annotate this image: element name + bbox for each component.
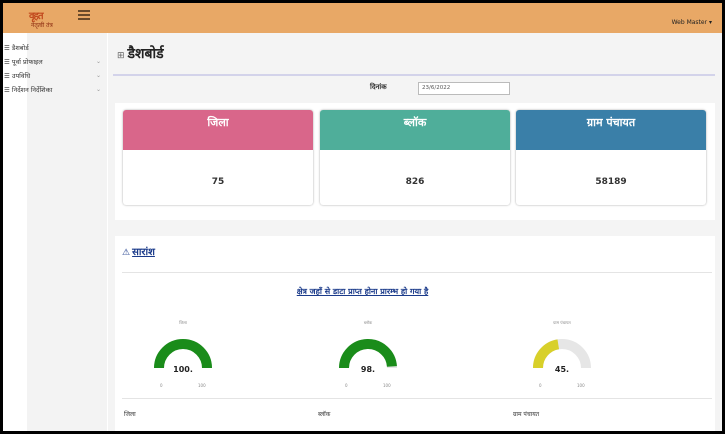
logo-subtext: नेतृत्वी तंत्र: [31, 22, 53, 29]
site-logo[interactable]: वृहत नेतृत्वी तंत्र: [27, 8, 73, 32]
sidebar-item-label: उपविधि: [11, 72, 31, 80]
chevron-down-icon[interactable]: ⌄: [96, 72, 101, 79]
page-title-text: डैशबोर्ड: [127, 46, 164, 62]
sidebar-item-label: पूर्वा प्रोफाइल: [11, 58, 43, 66]
warning-icon: ⚠: [122, 248, 131, 258]
bottom-label-gram-panchayat: ग्राम पंचायत: [513, 411, 540, 418]
bottom-label-district: जिला: [124, 411, 136, 418]
summary-subheading[interactable]: क्षेत्र जहाँ से डाटा प्राप्त होना प्रारम…: [0, 286, 725, 297]
sidebar-item-profile[interactable]: ☰ पूर्वा प्रोफाइल: [4, 57, 43, 66]
chevron-down-icon[interactable]: ⌄: [96, 86, 101, 93]
gauge-min: 0: [539, 383, 542, 388]
card-block: ब्लॉक 826: [320, 110, 510, 205]
gauge-district: जिला 100. 0 100: [148, 320, 218, 390]
gauge-min: 0: [160, 383, 163, 388]
user-menu[interactable]: Web Master ▾: [672, 19, 712, 26]
sidebar-item-label: निर्देशन निर्देशिका: [11, 86, 53, 94]
logo-text: वृहत: [29, 11, 44, 22]
gauge-max: 100: [198, 383, 206, 388]
gauge-value: 100.: [173, 365, 193, 374]
card-district: जिला 75: [123, 110, 313, 205]
sidebar-item-label: डैशबोर्ड: [11, 44, 29, 52]
chevron-down-icon[interactable]: ⌄: [96, 58, 101, 65]
gauge-gram-panchayat: ग्राम पंचायत 45. 0 100: [527, 320, 597, 390]
card-value: 826: [405, 177, 425, 187]
top-navbar: Web Master ▾: [3, 3, 722, 33]
gauge-caption: ग्राम पंचायत: [553, 320, 571, 325]
gauge-block: ब्लॉक 98. 0 100: [333, 320, 403, 390]
menu-toggle-icon[interactable]: [78, 10, 90, 20]
date-label: दिनांक: [370, 83, 387, 91]
card-value: 58189: [595, 177, 627, 187]
summary-title-text: सारांश: [132, 247, 155, 258]
sidebar-item-dashboard[interactable]: ☰ डैशबोर्ड: [4, 43, 29, 52]
title-divider: [113, 74, 715, 76]
date-input[interactable]: 23/6/2022: [418, 82, 510, 95]
gauge-value: 98.: [360, 365, 376, 374]
sidebar-item-bylaws[interactable]: ☰ उपविधि: [4, 71, 30, 80]
card-header: जिला: [123, 110, 313, 150]
card-value: 75: [211, 177, 225, 187]
dashboard-icon: ⊞: [117, 51, 125, 61]
bottom-label-block: ब्लॉक: [318, 411, 331, 418]
sidebar-item-directory[interactable]: ☰ निर्देशन निर्देशिका: [4, 85, 52, 94]
summary-divider: [122, 272, 712, 273]
page-title: ⊞ डैशबोर्ड: [117, 44, 164, 63]
gauge-caption: ब्लॉक: [363, 320, 373, 325]
gauge-value: 45.: [554, 365, 570, 374]
card-header: ग्राम पंचायत: [516, 110, 706, 150]
summary-bottom-divider: [122, 398, 712, 399]
gauge-max: 100: [577, 383, 585, 388]
card-gram-panchayat: ग्राम पंचायत 58189: [516, 110, 706, 205]
gauge-min: 0: [345, 383, 348, 388]
gauge-max: 100: [383, 383, 391, 388]
card-header: ब्लॉक: [320, 110, 510, 150]
summary-title[interactable]: ⚠ सारांश: [122, 244, 155, 258]
gauge-caption: जिला: [179, 320, 187, 325]
